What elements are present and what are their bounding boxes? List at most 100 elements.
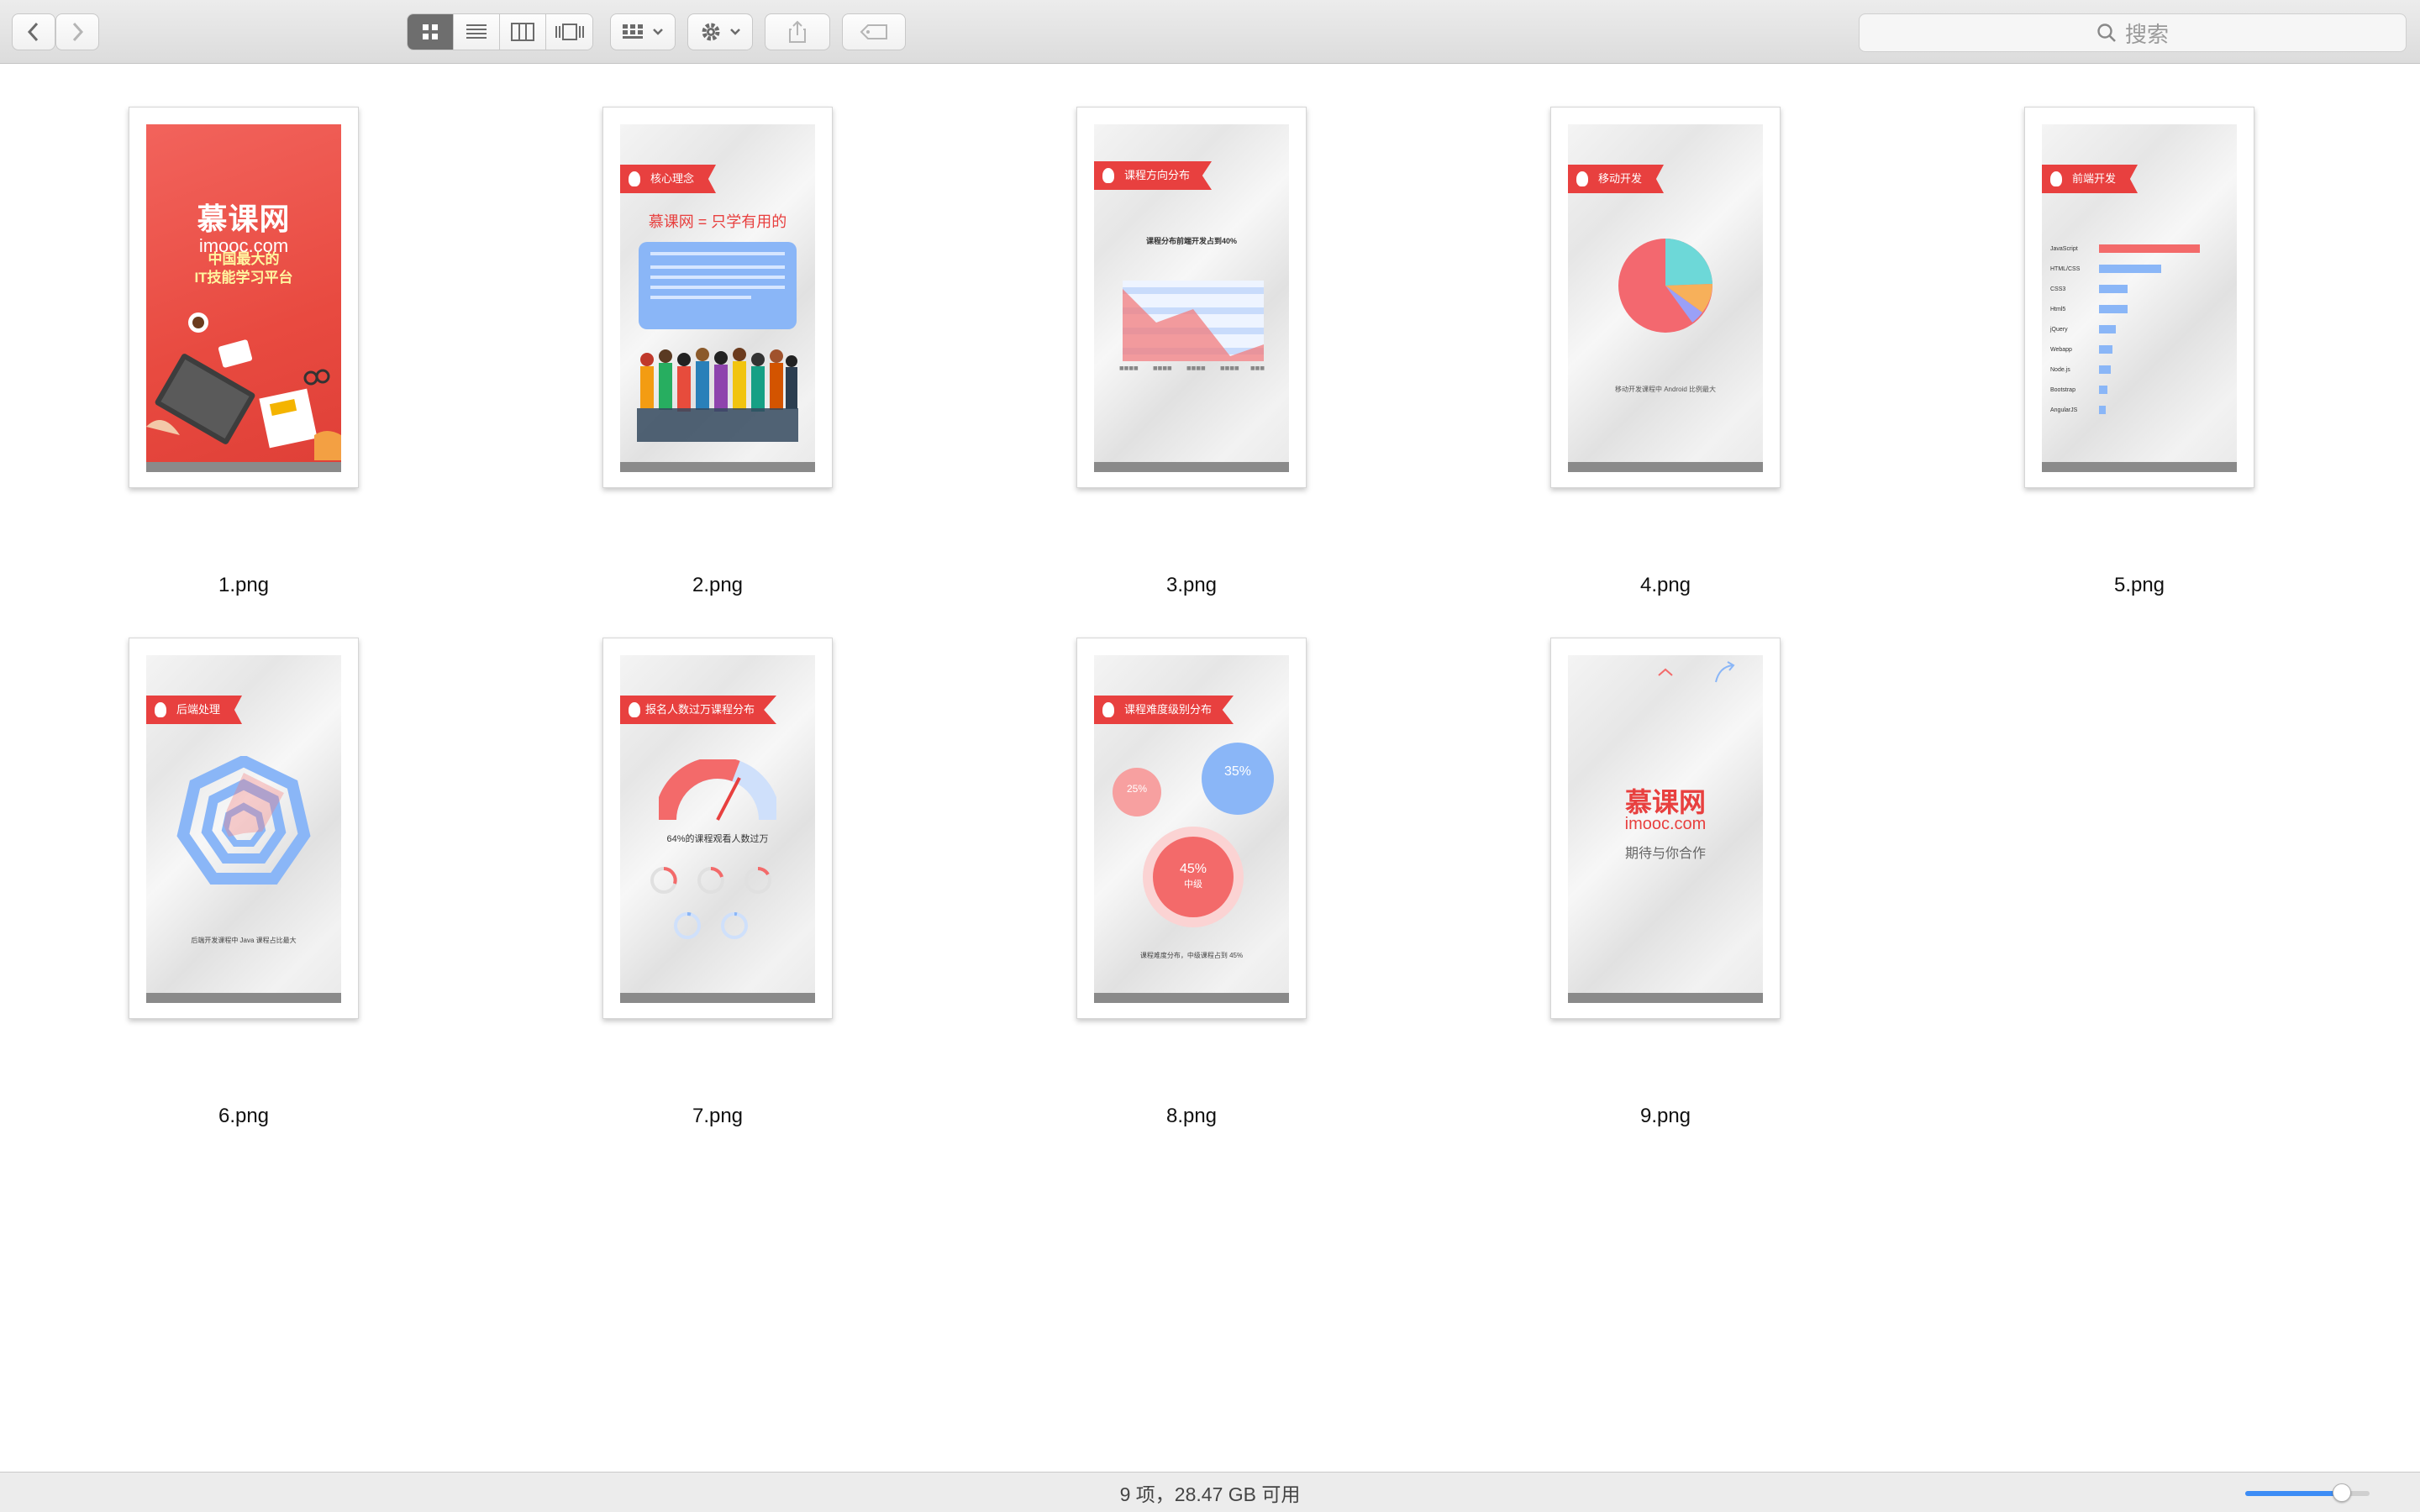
group-by-button[interactable] (610, 13, 676, 50)
forward-button[interactable] (55, 13, 99, 50)
chevron-right-icon (72, 22, 84, 42)
bar (2099, 244, 2200, 253)
bar-label: Webapp (2050, 346, 2072, 353)
bubble-35: 35% (1202, 743, 1274, 815)
file-name-label[interactable]: 3.png (1076, 574, 1307, 597)
bar (2099, 305, 2128, 313)
action-menu-button[interactable] (687, 13, 753, 50)
file-name-label[interactable]: 1.png (129, 574, 359, 597)
slide-footer (1094, 993, 1289, 1003)
file-thumbnail[interactable]: 后端处理 后端开发课程中 Java 课程占比最大 (129, 638, 359, 1019)
file-thumbnail[interactable]: 核心理念 慕课网 = 只学有用的 (602, 107, 833, 488)
icon-size-slider-knob[interactable] (2333, 1483, 2352, 1502)
svg-text:■■■■: ■■■■ (1153, 365, 1172, 371)
gallery-view-button[interactable] (546, 14, 592, 50)
share-button[interactable] (765, 13, 830, 50)
slide-headline: 慕课网 = 只学有用的 (648, 213, 787, 230)
bar (2099, 325, 2116, 333)
file-thumbnail[interactable]: 慕课网 imooc.com 中国最大的 IT技能学习平台 (129, 107, 359, 488)
bar (2099, 285, 2128, 293)
bar-label: Node.js (2050, 366, 2070, 373)
bar-label: jQuery (2050, 326, 2068, 333)
slide-caption: 课程分布前端开发占到40% (1145, 237, 1237, 245)
slide-footer (146, 993, 341, 1003)
gallery-icon (555, 24, 584, 40)
bar (2099, 365, 2111, 374)
slide-caption: 课程难度分布，中级课程占到 45% (1139, 952, 1244, 959)
radar-chart-illustration (176, 756, 311, 885)
columns-icon (511, 23, 534, 41)
file-name-label[interactable]: 5.png (2024, 574, 2254, 597)
brand-logo: 慕课网 imooc.com (146, 195, 341, 257)
share-arrow-icon (1715, 661, 1735, 683)
file-thumbnail[interactable]: 慕课网 imooc.com 期待与你合作 (1550, 638, 1781, 1019)
file-name-label[interactable]: 8.png (1076, 1105, 1307, 1128)
file-thumbnail[interactable]: 报名人数过万课程分布 64%的课程观看人数过万 (602, 638, 833, 1019)
tags-button[interactable] (842, 13, 906, 50)
file-name-label[interactable]: 2.png (602, 574, 833, 597)
slide-footer (1568, 462, 1763, 472)
icon-view-button[interactable] (408, 14, 454, 50)
icon-size-slider-fill (2245, 1491, 2343, 1496)
search-field[interactable]: 搜索 (1859, 13, 2407, 52)
slide-preview: 移动开发 移动开发课程中 Android 比例最大 (1568, 124, 1763, 472)
slide-title-ribbon: 核心理念 (620, 165, 717, 193)
search-placeholder: 搜索 (2124, 21, 2169, 47)
bar-label: AngularJS (2050, 407, 2078, 413)
bar-label: HTML/CSS (2050, 265, 2081, 272)
slide-caption: 后端开发课程中 Java 课程占比最大 (191, 937, 297, 944)
slide-tagline: 中国最大的 IT技能学习平台 (146, 250, 341, 287)
tagline-line1: 中国最大的 (208, 251, 280, 267)
brand-logo: 慕课网 imooc.com (1568, 781, 1763, 834)
bar-list: JavaScript HTML/CSS CSS3 Html5 jQuery We… (2050, 239, 2228, 420)
file-name-label[interactable]: 4.png (1550, 574, 1781, 597)
chevron-left-icon (27, 22, 39, 42)
list-icon (466, 24, 487, 39)
column-view-button[interactable] (500, 14, 546, 50)
file-thumbnail[interactable]: 移动开发 移动开发课程中 Android 比例最大 (1550, 107, 1781, 488)
bubble-45-label: 中级 (1184, 879, 1202, 890)
file-icon-grid: 慕课网 imooc.com 中国最大的 IT技能学习平台 1.png 核心理念 … (0, 65, 2420, 1472)
slide-footer (1568, 993, 1763, 1003)
slide-preview: 后端处理 后端开发课程中 Java 课程占比最大 (146, 655, 341, 1003)
file-thumbnail[interactable]: 前端开发 JavaScript HTML/CSS CSS3 Html5 jQue… (2024, 107, 2254, 488)
svg-text:■■■■: ■■■■ (1186, 365, 1206, 371)
tagline-line2: IT技能学习平台 (194, 270, 293, 286)
chevron-up-icon (1658, 668, 1673, 676)
slide-preview: 慕课网 imooc.com 中国最大的 IT技能学习平台 (146, 124, 341, 472)
slide-footer (620, 993, 815, 1003)
bar-label: CSS3 (2050, 286, 2066, 292)
desk-illustration (146, 312, 341, 460)
group-grid-icon (623, 24, 643, 39)
status-bar: 9 项，28.47 GB 可用 (0, 1472, 2420, 1512)
bubble-45-value: 45% (1179, 862, 1207, 876)
bubble-45: 45% 中级 (1143, 827, 1244, 927)
svg-text:■■■■: ■■■■ (1119, 365, 1139, 371)
file-name-label[interactable]: 9.png (1550, 1105, 1781, 1128)
file-name-label[interactable]: 6.png (129, 1105, 359, 1128)
share-icon (789, 20, 806, 43)
gauge-illustration (659, 759, 776, 821)
headline-brand: 慕课网 (648, 213, 694, 230)
brand-name: 慕课网 (197, 202, 291, 236)
area-chart-illustration: ■■■■ ■■■■ ■■■■ ■■■■ ■■■ (1119, 281, 1265, 371)
slide-footer (2042, 462, 2237, 472)
slide-title-ribbon: 课程方向分布 (1094, 161, 1213, 190)
file-thumbnail[interactable]: 课程方向分布 课程分布前端开发占到40% ■■■■ ■■■■ ■■■■ ■■■■ ■■■ (1076, 107, 1307, 488)
list-view-button[interactable] (454, 14, 500, 50)
slide-preview: 课程方向分布 课程分布前端开发占到40% ■■■■ ■■■■ ■■■■ ■■■■ ■■■ (1094, 124, 1289, 472)
status-summary: 9 项，28.47 GB 可用 (1119, 1483, 1301, 1505)
slide-footer (620, 462, 815, 472)
finder-toolbar: 搜索 (0, 0, 2420, 64)
ring-stats-illustration (650, 867, 771, 939)
file-name-label[interactable]: 7.png (602, 1105, 833, 1128)
file-thumbnail[interactable]: 课程难度级别分布 35% 25% 45% 中级 课程难度分布，中级课程占到 45… (1076, 638, 1307, 1019)
slide-title-ribbon: 课程难度级别分布 (1094, 696, 1234, 724)
gear-icon (702, 23, 720, 41)
bubble-25: 25% (1113, 768, 1161, 816)
pie-chart-illustration (1618, 239, 1712, 333)
icon-size-slider[interactable] (2245, 1483, 2370, 1502)
slide-title-ribbon: 移动开发 (1568, 165, 1665, 193)
back-button[interactable] (12, 13, 55, 50)
headline-slogan: 只学有用的 (711, 213, 787, 230)
